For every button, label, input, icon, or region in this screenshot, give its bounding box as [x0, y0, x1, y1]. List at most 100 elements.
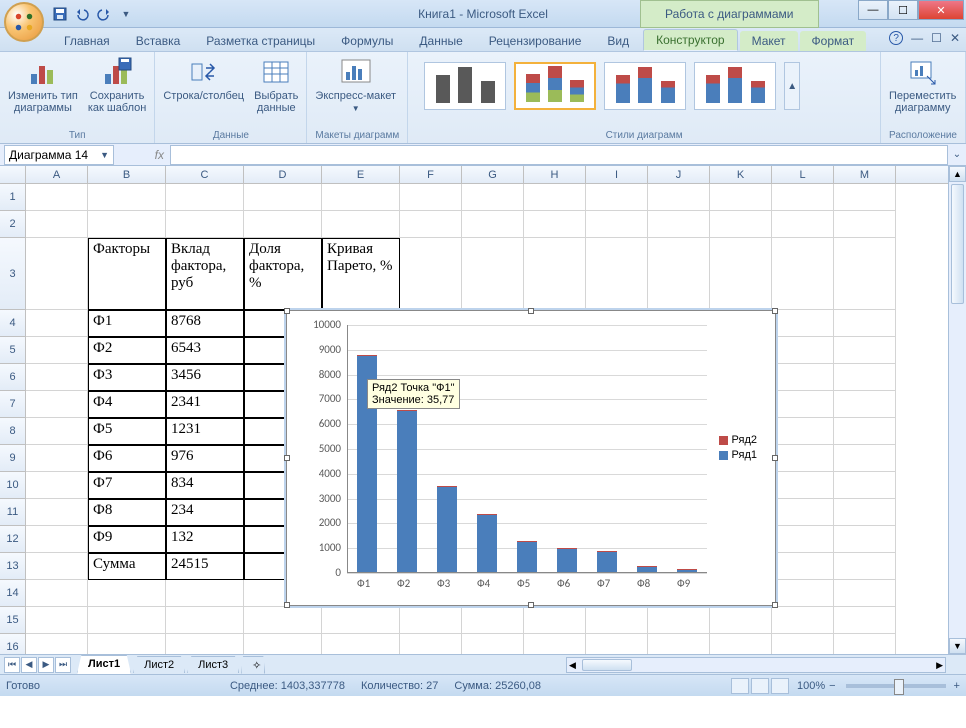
cell[interactable]	[710, 238, 772, 310]
cell[interactable]	[772, 607, 834, 634]
row-header[interactable]: 2	[0, 211, 26, 238]
scroll-right-icon[interactable]: ▶	[936, 660, 943, 671]
cell[interactable]: Сумма	[88, 553, 166, 580]
move-chart-button[interactable]: Переместить диаграмму	[889, 56, 956, 114]
tab-last-icon[interactable]: ⏭	[55, 657, 71, 673]
cell[interactable]	[586, 634, 648, 654]
cell[interactable]	[648, 184, 710, 211]
name-box-dropdown-icon[interactable]: ▼	[100, 150, 109, 160]
cell[interactable]	[834, 418, 896, 445]
cell[interactable]	[772, 211, 834, 238]
chart-object[interactable]: 0100020003000400050006000700080009000100…	[286, 310, 776, 606]
switch-row-col-button[interactable]: Строка/столбец	[163, 56, 244, 102]
cell[interactable]	[524, 634, 586, 654]
col-header[interactable]: J	[648, 166, 710, 183]
cell[interactable]	[710, 211, 772, 238]
tab-first-icon[interactable]: ⏮	[4, 657, 20, 673]
cell[interactable]	[834, 391, 896, 418]
page-break-view-icon[interactable]	[771, 678, 789, 694]
cell[interactable]	[244, 634, 322, 654]
chart-bar[interactable]	[557, 548, 577, 549]
cell[interactable]	[166, 211, 244, 238]
cell[interactable]	[834, 238, 896, 310]
cell[interactable]	[244, 607, 322, 634]
cell[interactable]: Ф8	[88, 499, 166, 526]
normal-view-icon[interactable]	[731, 678, 749, 694]
cell[interactable]	[26, 238, 88, 310]
save-icon[interactable]	[52, 6, 68, 22]
chart-style-2[interactable]	[514, 62, 596, 110]
resize-handle[interactable]	[284, 308, 290, 314]
cell[interactable]	[244, 184, 322, 211]
cell[interactable]	[834, 634, 896, 654]
col-header[interactable]: D	[244, 166, 322, 183]
cell[interactable]	[322, 607, 400, 634]
cell[interactable]	[88, 607, 166, 634]
chart-bar[interactable]	[437, 487, 457, 573]
zoom-out-icon[interactable]: −	[829, 680, 835, 692]
cell[interactable]: Ф1	[88, 310, 166, 337]
cell[interactable]	[26, 445, 88, 472]
tab-format[interactable]: Формат	[800, 31, 867, 51]
tab-layout[interactable]: Макет	[740, 31, 798, 51]
cell[interactable]: Ф2	[88, 337, 166, 364]
cell[interactable]	[648, 211, 710, 238]
cell[interactable]	[166, 634, 244, 654]
cell[interactable]	[166, 607, 244, 634]
cell[interactable]	[710, 607, 772, 634]
redo-icon[interactable]	[96, 6, 112, 22]
cell[interactable]	[710, 634, 772, 654]
cell[interactable]	[524, 238, 586, 310]
cell[interactable]	[772, 418, 834, 445]
chart-style-3[interactable]	[604, 62, 686, 110]
col-header[interactable]: I	[586, 166, 648, 183]
cell[interactable]	[586, 238, 648, 310]
chart-bar[interactable]	[637, 566, 657, 567]
col-header[interactable]: A	[26, 166, 88, 183]
scroll-up-icon[interactable]: ▲	[949, 166, 966, 182]
cell[interactable]: 834	[166, 472, 244, 499]
page-layout-view-icon[interactable]	[751, 678, 769, 694]
cell[interactable]	[834, 526, 896, 553]
cell[interactable]	[244, 211, 322, 238]
cell[interactable]	[524, 211, 586, 238]
chart-bar[interactable]	[677, 569, 697, 570]
cell[interactable]	[648, 607, 710, 634]
cell[interactable]	[26, 553, 88, 580]
chart-bar[interactable]	[597, 551, 617, 552]
scroll-left-icon[interactable]: ◀	[567, 660, 578, 671]
cell[interactable]	[834, 310, 896, 337]
col-header[interactable]: H	[524, 166, 586, 183]
cell[interactable]	[26, 391, 88, 418]
undo-icon[interactable]	[74, 6, 90, 22]
cell[interactable]	[524, 607, 586, 634]
cell[interactable]	[400, 634, 462, 654]
tab-home[interactable]: Главная	[52, 31, 122, 51]
chart-bar[interactable]	[517, 541, 537, 542]
cell[interactable]	[400, 607, 462, 634]
cell[interactable]: 8768	[166, 310, 244, 337]
cell[interactable]	[26, 310, 88, 337]
cell[interactable]: 976	[166, 445, 244, 472]
resize-handle[interactable]	[284, 602, 290, 608]
cell[interactable]: Ф3	[88, 364, 166, 391]
row-header[interactable]: 6	[0, 364, 26, 391]
mdi-minimize-icon[interactable]: —	[911, 31, 923, 45]
col-header[interactable]: M	[834, 166, 896, 183]
resize-handle[interactable]	[772, 455, 778, 461]
cell[interactable]	[772, 364, 834, 391]
row-header[interactable]: 3	[0, 238, 26, 310]
tab-data[interactable]: Данные	[407, 31, 474, 51]
chart-bar[interactable]	[397, 410, 417, 411]
scroll-thumb[interactable]	[951, 184, 964, 304]
cell[interactable]	[772, 526, 834, 553]
cell[interactable]: Ф4	[88, 391, 166, 418]
cell[interactable]	[710, 184, 772, 211]
chart-bar[interactable]	[357, 355, 377, 356]
cell[interactable]: 234	[166, 499, 244, 526]
cell[interactable]	[462, 238, 524, 310]
zoom-in-icon[interactable]: +	[954, 680, 960, 692]
cell[interactable]	[26, 499, 88, 526]
cell[interactable]	[26, 607, 88, 634]
quick-layout-button[interactable]: Экспресс-макет ▼	[315, 56, 396, 113]
